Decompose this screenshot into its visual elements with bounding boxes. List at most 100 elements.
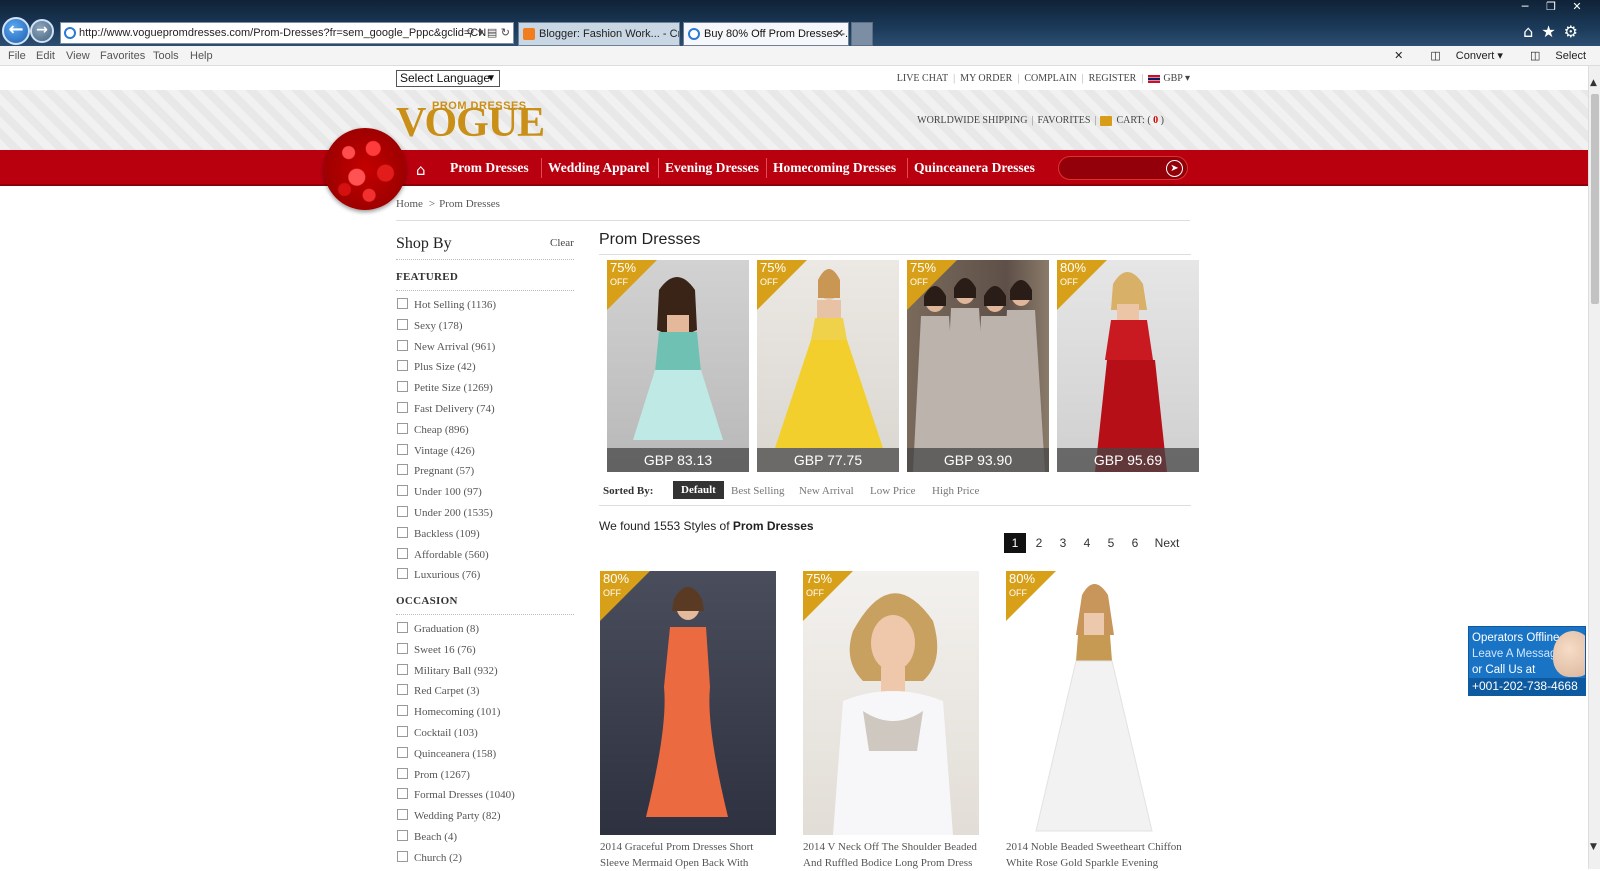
convert-button[interactable]: ◫ Convert ▾	[1418, 50, 1503, 62]
select-button[interactable]: ◫ Select	[1518, 50, 1586, 62]
clear-filters-link[interactable]: Clear	[550, 237, 574, 249]
settings-gear-icon[interactable]: ⚙	[1564, 22, 1586, 41]
nav-quinceanera-dresses[interactable]: Quinceanera Dresses	[914, 160, 1035, 176]
menu-tools[interactable]: Tools	[153, 50, 179, 62]
forward-button[interactable]: →	[30, 19, 54, 43]
tab-vogue[interactable]: Buy 80% Off Prom Dresses -... ✕	[683, 22, 849, 46]
filter-option[interactable]: Affordable (560)	[397, 547, 489, 561]
home-icon[interactable]: ⌂	[416, 161, 426, 179]
menu-file[interactable]: File	[8, 50, 26, 62]
filter-option[interactable]: Graduation (8)	[397, 622, 479, 635]
page-3[interactable]: 3	[1052, 533, 1074, 553]
page-6[interactable]: 6	[1124, 533, 1146, 553]
checkbox[interactable]	[397, 568, 408, 580]
filter-option[interactable]: Petite Size (1269)	[397, 381, 493, 394]
filter-option[interactable]: Quinceanera (158)	[397, 746, 496, 760]
menu-view[interactable]: View	[66, 50, 90, 62]
nav-evening-dresses[interactable]: Evening Dresses	[665, 160, 759, 176]
back-button[interactable]: ←	[2, 17, 30, 45]
product-title[interactable]: 2014 Noble Beaded Sweetheart Chiffon Whit…	[1006, 839, 1184, 871]
nav-prom-dresses[interactable]: Prom Dresses	[450, 160, 529, 176]
checkbox[interactable]	[397, 850, 408, 862]
language-select[interactable]: Select Language ▼	[396, 70, 500, 87]
sort-default[interactable]: Default	[673, 481, 724, 499]
close-window-icon[interactable]: ✕	[1564, 0, 1590, 14]
my-order-link[interactable]: MY ORDER	[960, 73, 1012, 84]
sort-new-arrival[interactable]: New Arrival	[799, 485, 854, 497]
filter-option[interactable]: Military Ball (932)	[397, 663, 498, 677]
next-page-link[interactable]: Next	[1152, 533, 1182, 553]
checkbox[interactable]	[397, 746, 408, 758]
checkbox[interactable]	[397, 360, 408, 372]
page-2[interactable]: 2	[1028, 533, 1050, 553]
filter-option[interactable]: Cocktail (103)	[397, 726, 478, 739]
checkbox[interactable]	[397, 705, 408, 717]
filter-option[interactable]: Wedding Party (82)	[397, 809, 501, 822]
page-4[interactable]: 4	[1076, 533, 1098, 553]
checkbox[interactable]	[397, 547, 408, 559]
product-title[interactable]: 2014 Graceful Prom Dresses Short Sleeve M…	[600, 839, 778, 871]
page-5[interactable]: 5	[1100, 533, 1122, 553]
home-browser-icon[interactable]: ⌂	[1523, 22, 1541, 41]
tab-blogger[interactable]: Blogger: Fashion Work... - Crea...	[518, 22, 680, 46]
filter-option[interactable]: Pregnant (57)	[397, 464, 474, 477]
filter-option[interactable]: Under 100 (97)	[397, 485, 482, 498]
filter-option[interactable]: Red Carpet (3)	[397, 684, 479, 697]
breadcrumb-home[interactable]: Home	[396, 198, 423, 210]
filter-option[interactable]: Hot Selling (1136)	[397, 298, 496, 311]
scrollbar-thumb[interactable]	[1591, 94, 1599, 304]
search-go-icon[interactable]: ➤	[1166, 160, 1183, 177]
browser-toolbar-icons[interactable]: ⌂★⚙	[1523, 22, 1586, 41]
nav-wedding-apparel[interactable]: Wedding Apparel	[548, 160, 649, 176]
product-title[interactable]: 2014 V Neck Off The Shoulder Beaded And R…	[803, 839, 981, 871]
filter-option[interactable]: Cheap (896)	[397, 422, 469, 436]
cart-link[interactable]: CART: ( 0 )	[1100, 115, 1164, 126]
checkbox[interactable]	[397, 422, 408, 434]
close-tab-icon[interactable]: ✕	[835, 23, 844, 45]
live-chat-widget[interactable]: Operators Offline Leave A Message or Cal…	[1468, 626, 1586, 696]
filter-option[interactable]: Fast Delivery (74)	[397, 402, 495, 415]
filter-option[interactable]: New Arrival (961)	[397, 339, 495, 353]
checkbox[interactable]	[397, 339, 408, 351]
checkbox[interactable]	[397, 506, 408, 517]
product-card[interactable]: 80% OFF	[1006, 571, 1182, 835]
address-tools-icon[interactable]: ⚲ ▾ ▤ ↻	[466, 23, 510, 43]
product-card[interactable]: 75% OFF	[803, 571, 979, 835]
close-toolbar-icon[interactable]: ✕	[1394, 50, 1403, 62]
filter-option[interactable]: Prom (1267)	[397, 767, 470, 781]
sort-low-price[interactable]: Low Price	[870, 485, 916, 497]
favorites-link[interactable]: FAVORITES	[1037, 115, 1090, 126]
minimize-icon[interactable]: ─	[1512, 0, 1538, 14]
checkbox[interactable]	[397, 622, 408, 633]
site-search-input[interactable]: ➤	[1058, 156, 1188, 180]
filter-option[interactable]: Homecoming (101)	[397, 705, 500, 718]
address-bar[interactable]: http://www.voguepromdresses.com/Prom-Dre…	[60, 22, 514, 44]
page-scrollbar[interactable]: ▲ ▼	[1588, 66, 1600, 869]
filter-option[interactable]: Backless (109)	[397, 526, 480, 540]
checkbox[interactable]	[397, 443, 408, 455]
checkbox[interactable]	[397, 381, 408, 393]
featured-product-card[interactable]: 75% OFF GBP 77.75	[757, 260, 899, 472]
filter-option[interactable]: Sexy (178)	[397, 318, 463, 332]
checkbox[interactable]	[397, 809, 408, 821]
menu-help[interactable]: Help	[190, 50, 213, 62]
filter-option[interactable]: Sweet 16 (76)	[397, 642, 476, 656]
filter-option[interactable]: Under 200 (1535)	[397, 506, 493, 519]
product-card[interactable]: 80% OFF	[600, 571, 776, 835]
restore-icon[interactable]: ❐	[1538, 0, 1564, 14]
checkbox[interactable]	[397, 767, 408, 779]
new-tab-button[interactable]	[851, 22, 873, 46]
worldwide-shipping-link[interactable]: WORLDWIDE SHIPPING	[917, 115, 1027, 126]
checkbox[interactable]	[397, 464, 408, 476]
filter-option[interactable]: Plus Size (42)	[397, 360, 476, 373]
menu-favorites[interactable]: Favorites	[100, 50, 145, 62]
checkbox[interactable]	[397, 642, 408, 654]
page-1[interactable]: 1	[1004, 533, 1026, 553]
checkbox[interactable]	[397, 663, 408, 675]
featured-product-card[interactable]: 80% OFF GBP 95.69	[1057, 260, 1199, 472]
checkbox[interactable]	[397, 788, 408, 800]
checkbox[interactable]	[397, 830, 408, 841]
checkbox[interactable]	[397, 485, 408, 497]
featured-product-card[interactable]: 75% OFF GBP 93.90	[907, 260, 1049, 472]
scroll-up-icon[interactable]: ▲	[1590, 78, 1597, 88]
